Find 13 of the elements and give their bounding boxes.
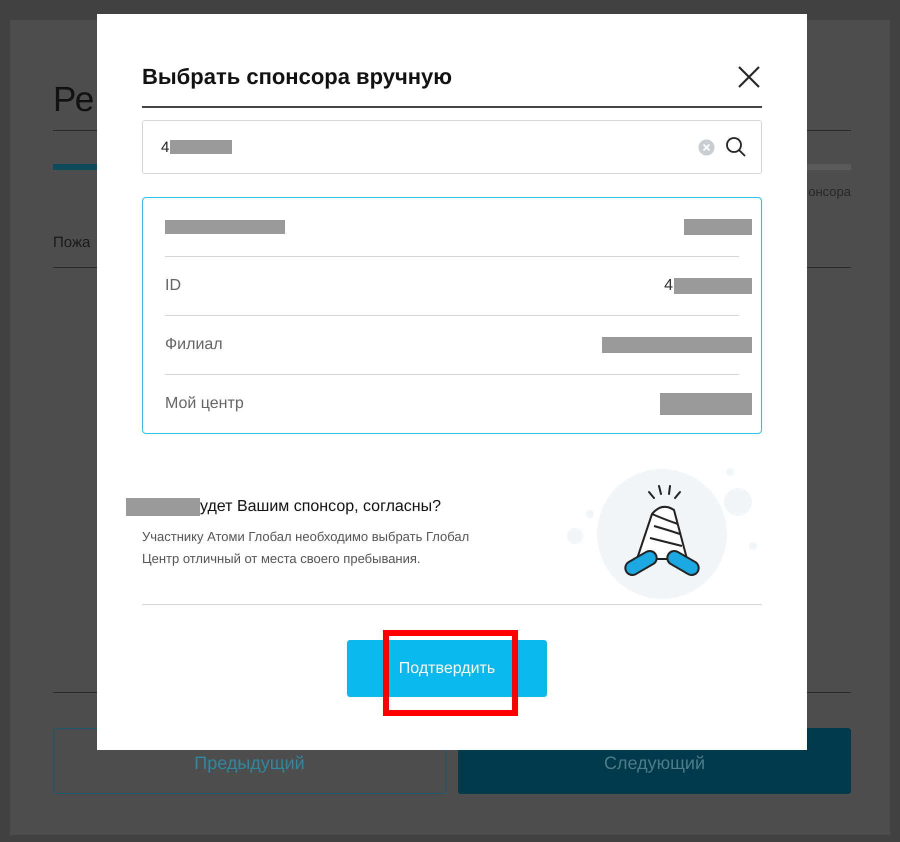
search-value: 4 (161, 138, 170, 156)
note-text: Участнику Атоми Глобал необходимо выбрать Глобал Центр отличный от места своего пребывания. (142, 528, 470, 568)
field-label: Мой центр (165, 395, 244, 413)
page-title: Ре (53, 79, 94, 121)
field-label: Филиал (165, 336, 223, 354)
field-label: ID (165, 277, 181, 295)
field-value: 4 (664, 277, 673, 295)
close-button[interactable] (736, 64, 762, 90)
search-icon[interactable] (725, 136, 747, 158)
dialog-title: Выбрать спонсора вручную (142, 64, 452, 90)
confirm-button[interactable]: Подтвердить (347, 640, 547, 697)
confirmation-question: удет Вашим спонсор, согласны? (200, 498, 442, 516)
search-field[interactable]: 4 (142, 120, 762, 174)
